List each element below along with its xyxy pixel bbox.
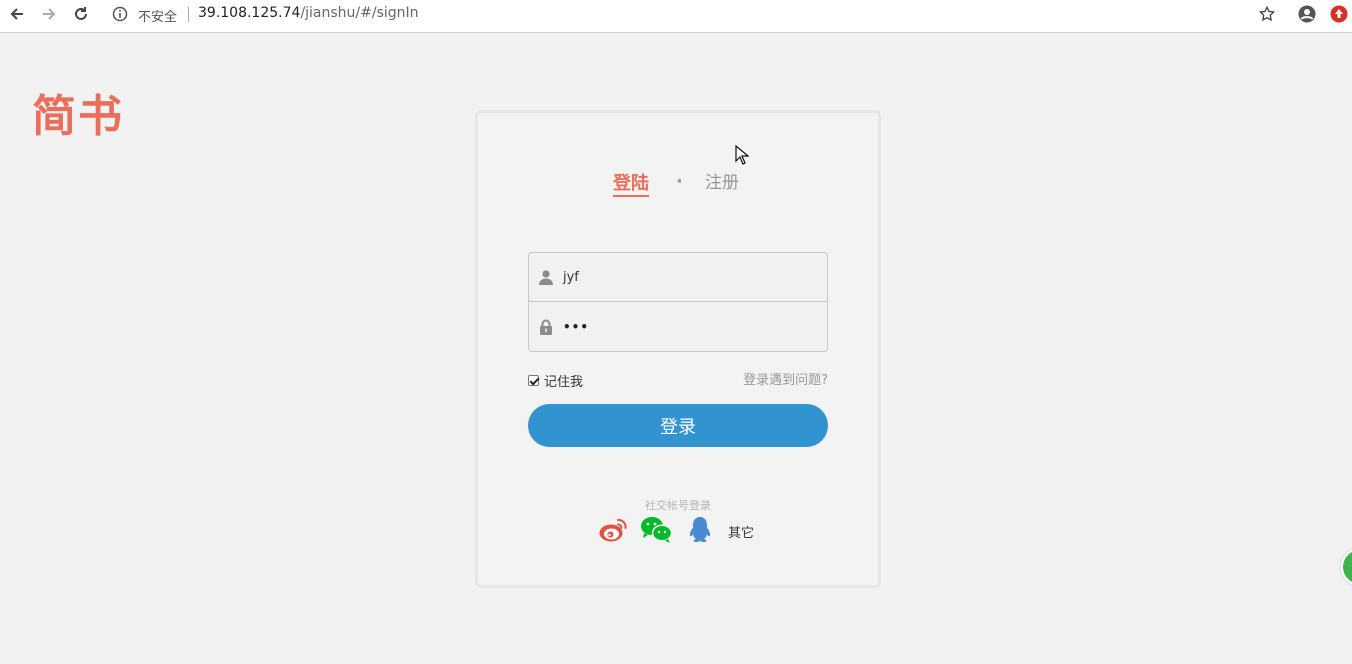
sign-in-card: 登陆 · 注册 jyf ••• 记住我 登录遇到问题? 登录 社交帐号登录 其它 [475, 110, 881, 588]
arrow-left-icon [10, 8, 23, 20]
tab-register[interactable]: 注册 [705, 172, 739, 194]
login-trouble-link[interactable]: 登录遇到问题? [743, 369, 828, 388]
tab-separator: · [676, 171, 683, 192]
social-login-title: 社交帐号登录 [645, 499, 711, 512]
login-button[interactable]: 登录 [528, 404, 828, 447]
address-bar[interactable]: 39.108.125.74/jianshu/#/signIn [198, 5, 419, 21]
password-field[interactable]: ••• [529, 302, 827, 351]
lock-icon [529, 319, 563, 335]
forward-button[interactable] [34, 0, 64, 28]
wechat-icon[interactable] [640, 516, 674, 544]
floating-widget-icon[interactable] [1338, 544, 1352, 590]
user-icon [529, 269, 563, 285]
remember-me[interactable]: 记住我 [528, 371, 583, 390]
reload-button[interactable] [66, 0, 96, 28]
qq-icon[interactable] [688, 516, 712, 544]
bookmark-star-icon[interactable] [1258, 5, 1276, 23]
back-button[interactable] [2, 0, 32, 28]
extension-icon[interactable] [1330, 5, 1348, 23]
weibo-icon[interactable] [598, 516, 628, 544]
auth-tabs: 登陆 · 注册 [478, 171, 878, 201]
password-value: ••• [563, 319, 590, 334]
url-host: 39.108.125.74 [198, 5, 301, 21]
username-field[interactable]: jyf [529, 253, 827, 302]
remember-label: 记住我 [544, 375, 584, 390]
info-icon[interactable] [112, 6, 128, 22]
social-login-list: 其它 [598, 516, 778, 546]
username-value: jyf [563, 269, 579, 285]
reload-icon [75, 7, 87, 20]
remember-checkbox[interactable] [528, 375, 539, 386]
url-separator [188, 7, 189, 22]
browser-toolbar: 不安全 39.108.125.74/jianshu/#/signIn [0, 0, 1352, 33]
arrow-right-icon [43, 8, 56, 20]
social-other-link[interactable]: 其它 [728, 522, 754, 541]
credentials-group: jyf ••• [528, 252, 828, 352]
insecure-label[interactable]: 不安全 [138, 6, 177, 25]
jianshu-logo[interactable]: 简书 [32, 80, 124, 144]
tab-login[interactable]: 登陆 [613, 173, 649, 197]
url-path: /jianshu/#/signIn [300, 5, 419, 21]
account-icon[interactable] [1298, 5, 1316, 23]
mouse-cursor-icon [735, 145, 749, 165]
